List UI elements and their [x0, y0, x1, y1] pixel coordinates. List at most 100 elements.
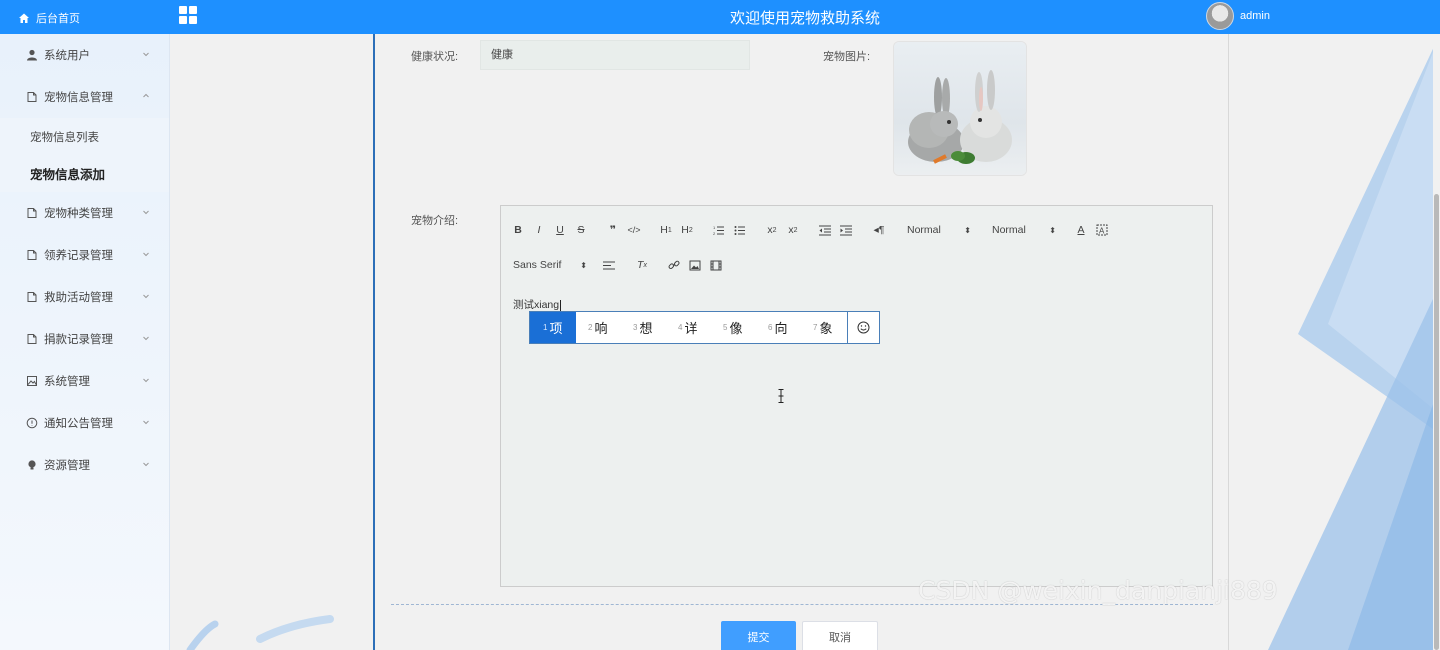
ime-candidate[interactable]: 1项 — [530, 312, 576, 343]
indent-icon[interactable] — [839, 222, 853, 238]
underline-icon[interactable]: U — [554, 222, 566, 238]
submenu-pet-info: 宠物信息列表 宠物信息添加 — [0, 118, 169, 192]
font-color-icon[interactable]: A — [1074, 222, 1088, 238]
pet-photo-upload[interactable] — [893, 41, 1027, 176]
svg-text:2: 2 — [713, 231, 716, 236]
doc-icon — [25, 333, 38, 346]
sidebar-item-system-users[interactable]: 系统用户 — [0, 34, 169, 76]
scrollbar[interactable] — [1433, 34, 1440, 650]
blockquote-icon[interactable]: ❞ — [606, 222, 620, 238]
bulb-icon — [25, 459, 38, 472]
svg-text:1: 1 — [713, 225, 716, 230]
italic-icon[interactable]: I — [533, 222, 545, 238]
ordered-list-icon[interactable]: 12 — [712, 222, 726, 238]
sidebar-item-donation[interactable]: 捐款记录管理 — [0, 318, 169, 360]
sidebar: 系统用户 宠物信息管理 宠物信息列表 宠物信息添加 宠物种类管理 领养记录管理 … — [0, 34, 170, 650]
clear-format-icon[interactable]: Tx — [635, 257, 649, 273]
editor-text-value: 测试xiang — [513, 299, 560, 311]
ime-candidate-number: 3 — [633, 323, 638, 332]
sidebar-item-notice[interactable]: 通知公告管理 — [0, 402, 169, 444]
ime-candidate-text: 项 — [549, 321, 563, 336]
chevron-down-icon — [143, 462, 149, 467]
ime-candidate-text: 像 — [729, 321, 743, 336]
picture-icon — [25, 375, 38, 388]
sidebar-item-rescue[interactable]: 救助活动管理 — [0, 276, 169, 318]
sidebar-item-resource[interactable]: 资源管理 — [0, 444, 169, 486]
header-select-value: Normal — [907, 224, 941, 236]
rabbits-image — [894, 42, 1026, 175]
sidebar-item-label: 通知公告管理 — [44, 418, 113, 430]
sidebar-item-label: 捐款记录管理 — [44, 334, 113, 346]
pet-add-form: 健康状况: 健康 宠物图片: 宠物介绍: B I U S ❞ </> H 1 H… — [373, 34, 1229, 650]
link-icon[interactable] — [667, 257, 681, 273]
doc-icon — [25, 91, 38, 104]
editor-content[interactable]: 测试xiang — [513, 297, 562, 312]
avatar[interactable] — [1206, 2, 1234, 30]
sidebar-item-label: 宠物信息管理 — [44, 92, 113, 104]
superscript-icon[interactable]: x2 — [786, 222, 800, 238]
align-icon[interactable] — [602, 257, 616, 273]
health-label: 健康状况: — [411, 51, 459, 63]
chevron-up-icon — [143, 93, 149, 98]
ime-candidate[interactable]: 4详 — [666, 312, 711, 343]
bold-icon[interactable]: B — [512, 222, 524, 238]
size-select[interactable]: Normal ⬍ — [992, 222, 1056, 238]
ime-candidate[interactable]: 5像 — [711, 312, 756, 343]
doc-icon — [25, 291, 38, 304]
font-select-value: Sans Serif — [513, 259, 562, 271]
ime-candidate[interactable]: 7象 — [801, 312, 846, 343]
sidebar-item-pet-add[interactable]: 宠物信息添加 — [0, 155, 169, 192]
ime-candidate-text: 向 — [774, 321, 788, 336]
video-icon[interactable] — [709, 257, 723, 273]
ime-candidate[interactable]: 3想 — [621, 312, 666, 343]
background-color-icon[interactable]: A — [1095, 222, 1109, 238]
text-direction-icon[interactable]: ◂¶ — [872, 222, 886, 238]
text-cursor — [560, 299, 562, 311]
strike-icon[interactable]: S — [575, 222, 587, 238]
decorative-background — [1268, 34, 1440, 650]
font-select[interactable]: Sans Serif ⬍ — [513, 257, 587, 273]
doc-icon — [25, 249, 38, 262]
sidebar-item-pet-list[interactable]: 宠物信息列表 — [0, 118, 169, 155]
content-area: 健康状况: 健康 宠物图片: 宠物介绍: B I U S ❞ </> H 1 H… — [170, 34, 1440, 650]
h2-icon[interactable]: H2 — [679, 222, 695, 238]
sidebar-item-adoption[interactable]: 领养记录管理 — [0, 234, 169, 276]
size-select-value: Normal — [992, 224, 1026, 236]
cancel-button[interactable]: 取消 — [802, 621, 878, 650]
submit-button[interactable]: 提交 — [721, 621, 796, 650]
sidebar-item-label: 领养记录管理 — [44, 250, 113, 262]
user-menu[interactable]: admin — [1206, 2, 1270, 30]
ime-candidate[interactable]: 6向 — [756, 312, 801, 343]
subscript-icon[interactable]: x2 — [765, 222, 779, 238]
sidebar-item-pet-category[interactable]: 宠物种类管理 — [0, 192, 169, 234]
chevron-down-icon — [143, 210, 149, 215]
sidebar-item-label: 系统用户 — [44, 50, 90, 62]
outdent-icon[interactable] — [818, 222, 832, 238]
ime-candidate[interactable]: 2响 — [576, 312, 621, 343]
top-bar: 后台首页 欢迎使用宠物救助系统 admin — [0, 0, 1440, 34]
info-circle-icon — [25, 417, 38, 430]
bullet-list-icon[interactable] — [733, 222, 747, 238]
ime-candidate-text: 响 — [594, 321, 608, 336]
svg-text:A: A — [1099, 227, 1105, 236]
sidebar-item-label: 资源管理 — [44, 460, 90, 472]
image-icon[interactable] — [688, 257, 702, 273]
sidebar-item-pet-info[interactable]: 宠物信息管理 — [0, 76, 169, 118]
editor-toolbar: B I U S ❞ </> H1 H2 12 x2 x2 ◂¶ Normal ⬍… — [501, 206, 1212, 286]
ime-candidate-number: 7 — [813, 323, 818, 332]
rich-text-editor[interactable]: B I U S ❞ </> H1 H2 12 x2 x2 ◂¶ Normal ⬍… — [500, 205, 1213, 587]
scrollbar-thumb[interactable] — [1434, 194, 1439, 650]
ime-candidate-number: 2 — [588, 323, 593, 332]
header-select[interactable]: Normal ⬍ — [907, 222, 971, 238]
code-block-icon[interactable]: </> — [626, 222, 642, 238]
sidebar-item-system[interactable]: 系统管理 — [0, 360, 169, 402]
username: admin — [1240, 10, 1270, 22]
emoji-icon[interactable] — [847, 312, 879, 343]
h1-icon[interactable]: H1 — [658, 222, 674, 238]
chevron-down-icon — [143, 420, 149, 425]
sidebar-item-label: 宠物种类管理 — [44, 208, 113, 220]
health-input[interactable]: 健康 — [480, 40, 750, 70]
ime-candidate-number: 1 — [543, 323, 548, 332]
chevron-down-icon — [143, 336, 149, 341]
sidebar-item-label: 系统管理 — [44, 376, 90, 388]
